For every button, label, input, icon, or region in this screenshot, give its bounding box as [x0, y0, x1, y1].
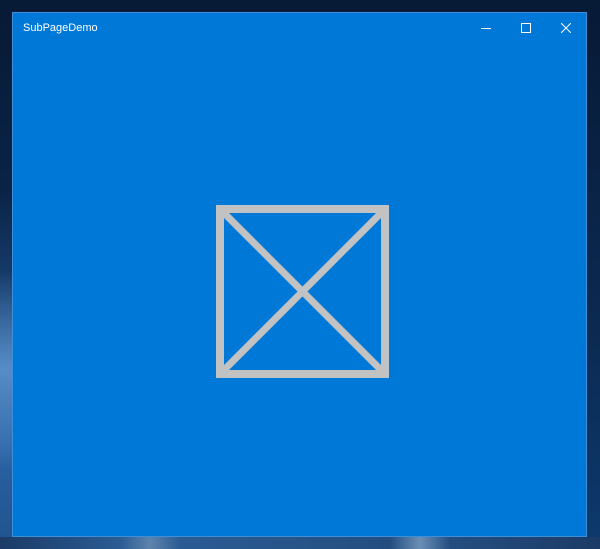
- app-window: SubPageDemo: [12, 12, 587, 537]
- desktop-bottom-edge: [0, 537, 600, 549]
- page-content: [13, 43, 586, 536]
- minimize-button[interactable]: [466, 13, 506, 43]
- maximize-icon: [521, 23, 531, 33]
- title-bar[interactable]: SubPageDemo: [13, 13, 586, 43]
- caption-buttons: [466, 13, 586, 43]
- window-title: SubPageDemo: [23, 22, 98, 34]
- maximize-button[interactable]: [506, 13, 546, 43]
- close-button[interactable]: [546, 13, 586, 43]
- minimize-icon: [481, 23, 491, 33]
- image-placeholder-icon: [216, 205, 389, 378]
- close-icon: [561, 23, 571, 33]
